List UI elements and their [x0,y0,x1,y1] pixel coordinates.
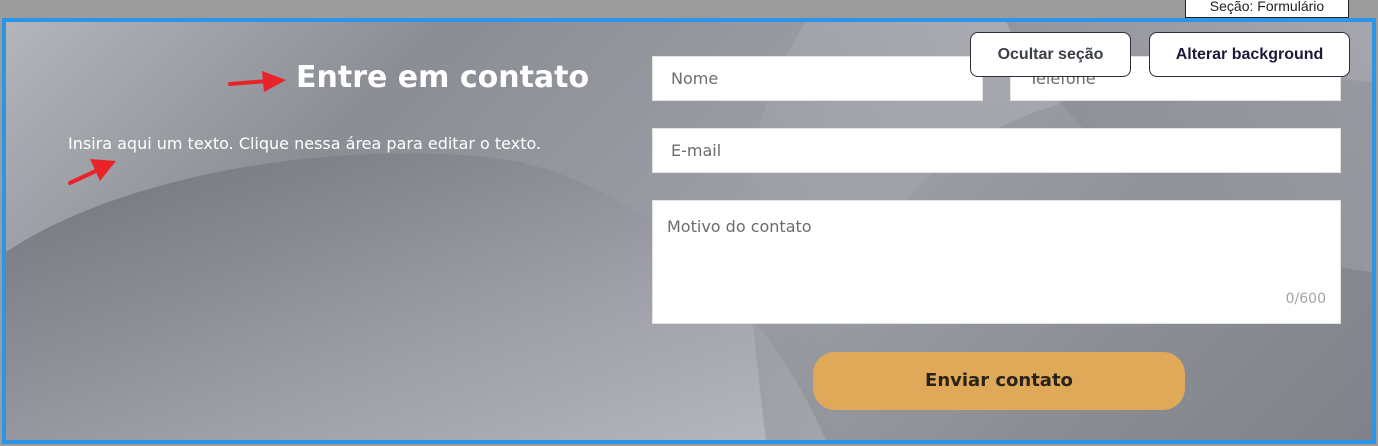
section-description[interactable]: Insira aqui um texto. Clique nessa área … [68,134,541,153]
page-title[interactable]: Entre em contato [296,60,589,95]
name-input[interactable] [653,57,982,100]
section-label-tab: Seção: Formulário [1185,0,1349,18]
annotation-arrow-icon [68,159,116,185]
name-field[interactable] [652,56,983,101]
change-background-button[interactable]: Alterar background [1149,32,1350,77]
email-field[interactable] [652,128,1341,173]
character-counter: 0/600 [1285,291,1326,307]
contact-form-section: Entre em contato Insira aqui um texto. C… [2,18,1376,444]
annotation-arrow-icon [228,71,286,92]
submit-button[interactable]: Enviar contato [813,352,1185,410]
reason-field[interactable]: 0/600 [652,200,1341,324]
email-input[interactable] [653,129,1340,172]
reason-textarea[interactable] [653,201,1340,323]
hide-section-button[interactable]: Ocultar seção [970,32,1131,77]
